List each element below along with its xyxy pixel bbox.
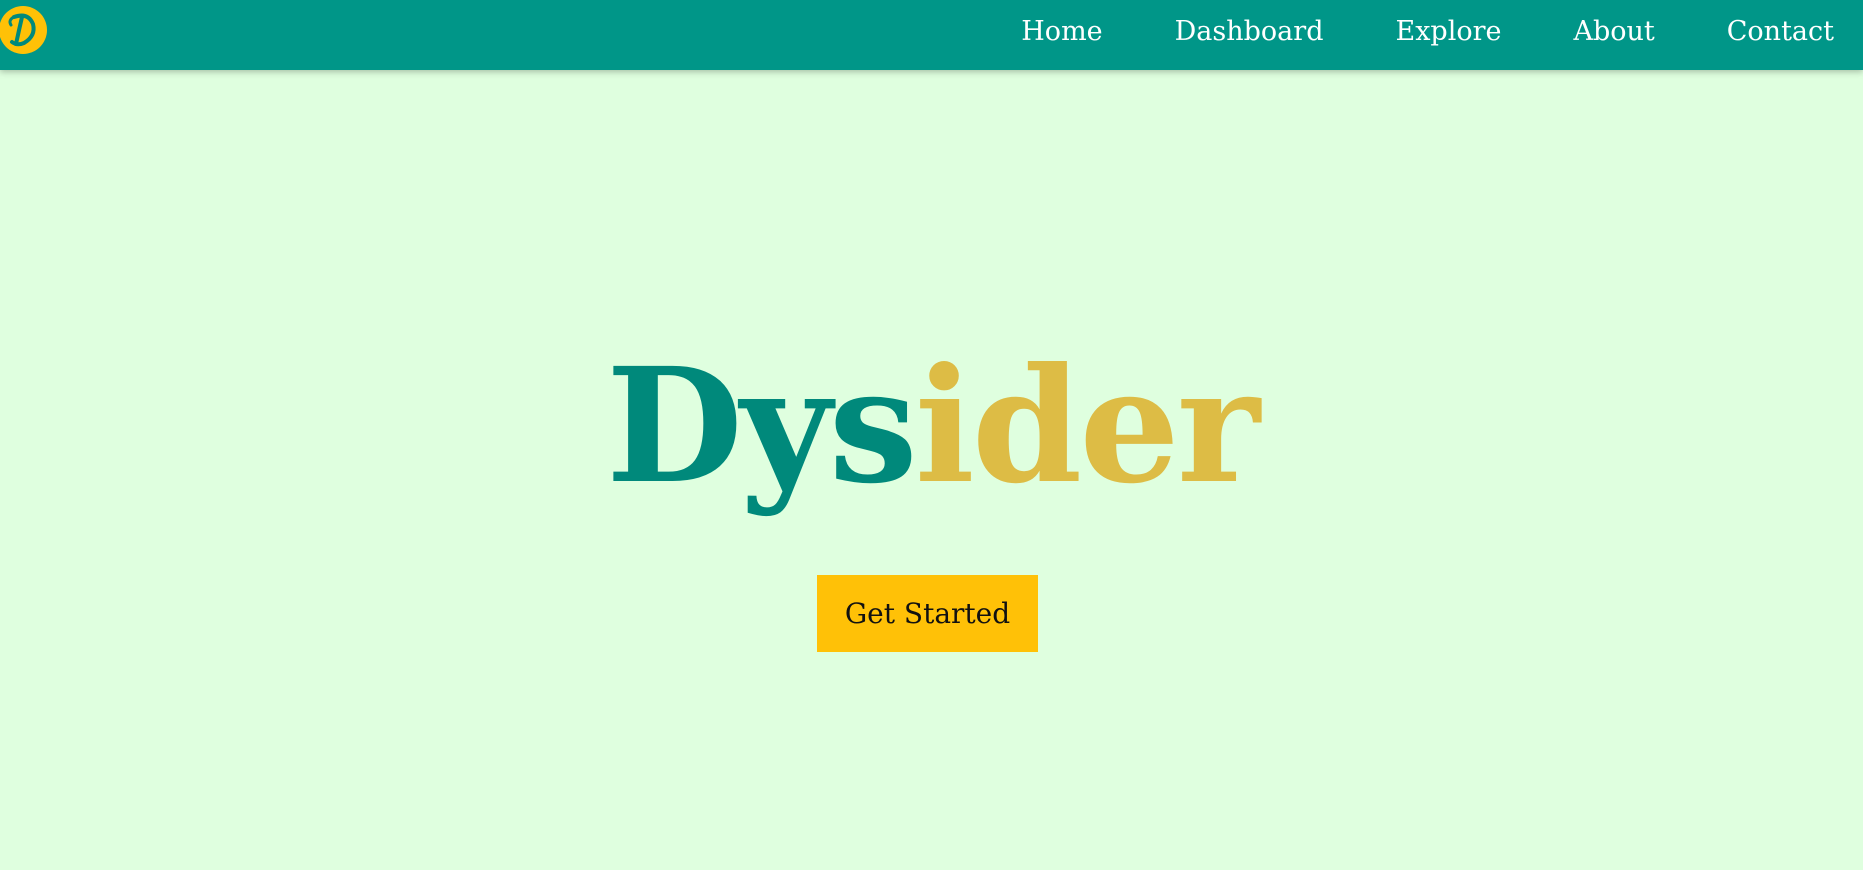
nav-link-dashboard[interactable]: Dashboard bbox=[1175, 16, 1324, 47]
brand-title-part-dys: Dys bbox=[605, 334, 918, 519]
brand-title-part-ider: ider bbox=[914, 334, 1260, 519]
navbar: Home Dashboard Explore About Contact bbox=[0, 0, 1863, 70]
hero-section: Dysider Get Started bbox=[0, 70, 1863, 870]
dysider-logo-icon[interactable] bbox=[0, 4, 48, 54]
nav-link-contact[interactable]: Contact bbox=[1727, 16, 1834, 47]
nav-link-explore[interactable]: Explore bbox=[1395, 16, 1501, 47]
nav-link-about[interactable]: About bbox=[1573, 16, 1654, 47]
get-started-button[interactable]: Get Started bbox=[817, 575, 1038, 652]
nav-link-home[interactable]: Home bbox=[1021, 16, 1102, 47]
brand-title: Dysider bbox=[0, 348, 1863, 506]
nav-links: Home Dashboard Explore About Contact bbox=[1021, 0, 1863, 62]
